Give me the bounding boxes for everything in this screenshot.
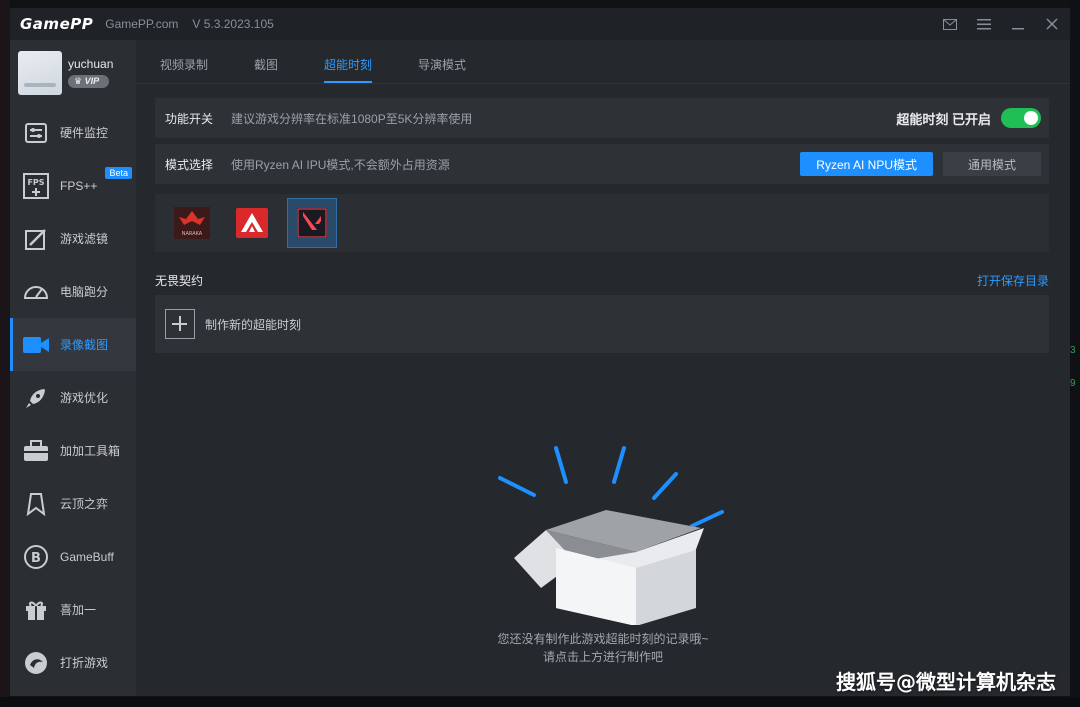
sidebar-item-label: 喜加一 [60, 603, 97, 617]
sidebar-item-label: 加加工具箱 [60, 444, 121, 458]
create-super-moment-label: 制作新的超能时刻 [205, 317, 302, 332]
sidebar: yuchuan ♛ VIP 硬件监控 FPS FPS++ Beta 游戏滤镜 电… [10, 40, 136, 696]
svg-text:B: B [31, 551, 41, 566]
tab-bar: 视频录制 截图 超能时刻 导演模式 [136, 40, 1070, 84]
game-selector: NARAKA [155, 194, 1049, 252]
super-moment-toggle[interactable] [1001, 108, 1041, 128]
sidebar-item-benchmark[interactable]: 电脑跑分 [10, 265, 136, 318]
feature-status-text: 超能时刻 已开启 [896, 111, 991, 127]
rocket-icon [22, 384, 50, 412]
empty-state-line1: 您还没有制作此游戏超能时刻的记录哦~ [497, 632, 709, 646]
gift-icon [22, 596, 50, 624]
hardware-monitor-icon [22, 119, 50, 147]
apex-game-icon[interactable] [227, 198, 277, 248]
sidebar-item-hardware-monitor[interactable]: 硬件监控 [10, 106, 136, 159]
video-camera-icon [22, 331, 50, 359]
sidebar-item-tft[interactable]: 云顶之弈 [10, 477, 136, 530]
mode-select-row: 模式选择 使用Ryzen AI IPU模式,不会额外占用资源 Ryzen AI … [155, 144, 1049, 184]
sidebar-item-gamebuff[interactable]: B GameBuff [10, 530, 136, 583]
tab-video-record[interactable]: 视频录制 [160, 56, 208, 83]
sidebar-item-label: 打折游戏 [60, 656, 109, 670]
feature-switch-title: 功能开关 [165, 111, 214, 126]
sidebar-item-label: 游戏滤镜 [60, 232, 109, 246]
window-controls [940, 8, 1062, 40]
general-mode-button[interactable]: 通用模式 [943, 152, 1041, 176]
app-version: V 5.3.2023.105 [192, 17, 274, 31]
gamebuff-icon: B [22, 543, 50, 571]
menu-icon[interactable] [974, 14, 994, 34]
valorant-game-icon[interactable] [287, 198, 337, 248]
sidebar-item-label: 录像截图 [60, 338, 109, 352]
background-left-edge [0, 0, 10, 707]
sidebar-item-label: 电脑跑分 [60, 285, 109, 299]
svg-text:NARAKA: NARAKA [182, 231, 203, 237]
create-super-moment-button[interactable]: 制作新的超能时刻 [155, 295, 1049, 353]
sidebar-item-video-capture[interactable]: 录像截图 [10, 318, 136, 371]
sidebar-item-label: 游戏优化 [60, 391, 109, 405]
selected-game-title: 无畏契约 [155, 274, 204, 288]
empty-box-illustration [498, 446, 724, 625]
benchmark-gauge-icon [22, 278, 50, 306]
toolbox-icon [22, 437, 50, 465]
crown-icon: ♛ [74, 76, 85, 86]
svg-text:FPS: FPS [27, 178, 44, 187]
watermark: 搜狐号@微型计算机杂志 [836, 670, 1056, 694]
vip-badge: ♛ VIP [68, 75, 110, 88]
sidebar-item-game-optimize[interactable]: 游戏优化 [10, 371, 136, 424]
app-window: GamePP GamePP.com V 5.3.2023.105 yuchuan [10, 8, 1070, 696]
tab-director-mode[interactable]: 导演模式 [418, 56, 466, 83]
sidebar-item-fps[interactable]: FPS FPS++ Beta [10, 159, 136, 212]
empty-state-line2: 请点击上方进行制作吧 [542, 650, 663, 664]
title-bar: GamePP GamePP.com V 5.3.2023.105 [10, 8, 1070, 40]
app-logo: GamePP [20, 15, 94, 33]
mail-icon[interactable] [940, 14, 960, 34]
discount-game-icon [22, 649, 50, 677]
feature-switch-desc: 建议游戏分辨率在标准1080P至5K分辨率使用 [231, 111, 473, 126]
sidebar-item-label: FPS++ [60, 178, 98, 193]
ryzen-npu-mode-button[interactable]: Ryzen AI NPU模式 [800, 152, 933, 176]
sidebar-item-label: GameBuff [60, 549, 114, 564]
sidebar-item-gift[interactable]: 喜加一 [10, 583, 136, 636]
minimize-icon[interactable] [1008, 14, 1028, 34]
background-bottom-edge [0, 697, 1080, 707]
feature-switch-row: 功能开关 建议游戏分辨率在标准1080P至5K分辨率使用 超能时刻 已开启 [155, 98, 1049, 138]
close-icon[interactable] [1042, 14, 1062, 34]
naraka-game-icon[interactable]: NARAKA [167, 198, 217, 248]
sidebar-item-label: 硬件监控 [60, 126, 109, 140]
site-url: GamePP.com [105, 17, 179, 31]
plus-icon [165, 309, 195, 339]
sidebar-item-game-filter[interactable]: 游戏滤镜 [10, 212, 136, 265]
sidebar-item-toolbox[interactable]: 加加工具箱 [10, 424, 136, 477]
avatar[interactable] [18, 51, 62, 95]
tft-icon [22, 490, 50, 518]
user-profile[interactable]: yuchuan ♛ VIP [10, 40, 136, 106]
main-panel: 视频录制 截图 超能时刻 导演模式 功能开关 建议游戏分辨率在标准1080P至5… [136, 40, 1070, 696]
sidebar-item-label: 云顶之弈 [60, 497, 109, 511]
tab-screenshot[interactable]: 截图 [254, 56, 278, 83]
username: yuchuan [68, 57, 114, 71]
fps-icon: FPS [22, 172, 50, 200]
open-save-directory-link[interactable]: 打开保存目录 [977, 272, 1049, 289]
game-filter-icon [22, 225, 50, 253]
mode-select-desc: 使用Ryzen AI IPU模式,不会额外占用资源 [231, 157, 450, 172]
sidebar-item-discount-games[interactable]: 打折游戏 [10, 636, 136, 689]
beta-badge: Beta [105, 167, 132, 179]
mode-select-title: 模式选择 [165, 157, 214, 172]
tab-super-moments[interactable]: 超能时刻 [324, 56, 373, 83]
